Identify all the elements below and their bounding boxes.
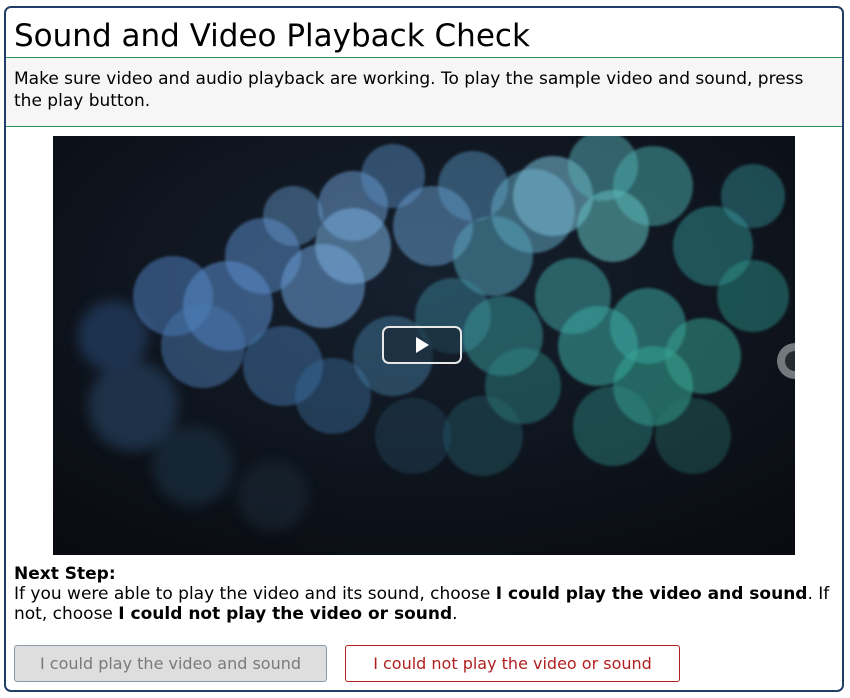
title-bar: Sound and Video Playback Check: [6, 8, 842, 58]
instructions-text: Make sure video and audio playback are w…: [14, 69, 804, 111]
instructions-panel: Make sure video and audio playback are w…: [6, 58, 842, 127]
playback-check-dialog: Sound and Video Playback Check Make sure…: [4, 6, 844, 692]
play-icon: [416, 337, 429, 353]
next-step-text-part: If you were able to play the video and i…: [14, 584, 496, 604]
next-step-section: Next Step: If you were able to play the …: [14, 564, 834, 624]
dialog-title: Sound and Video Playback Check: [14, 18, 530, 54]
next-step-option-no: I could not play the video or sound: [118, 604, 453, 624]
play-button[interactable]: [382, 326, 462, 364]
video-player[interactable]: [53, 136, 795, 555]
next-step-heading: Next Step:: [14, 564, 116, 584]
could-not-play-button[interactable]: I could not play the video or sound: [345, 645, 680, 682]
next-step-text-part: .: [452, 604, 458, 624]
could-play-button[interactable]: I could play the video and sound: [14, 645, 327, 682]
next-step-text: If you were able to play the video and i…: [14, 584, 834, 624]
next-step-option-yes: I could play the video and sound: [495, 584, 808, 604]
